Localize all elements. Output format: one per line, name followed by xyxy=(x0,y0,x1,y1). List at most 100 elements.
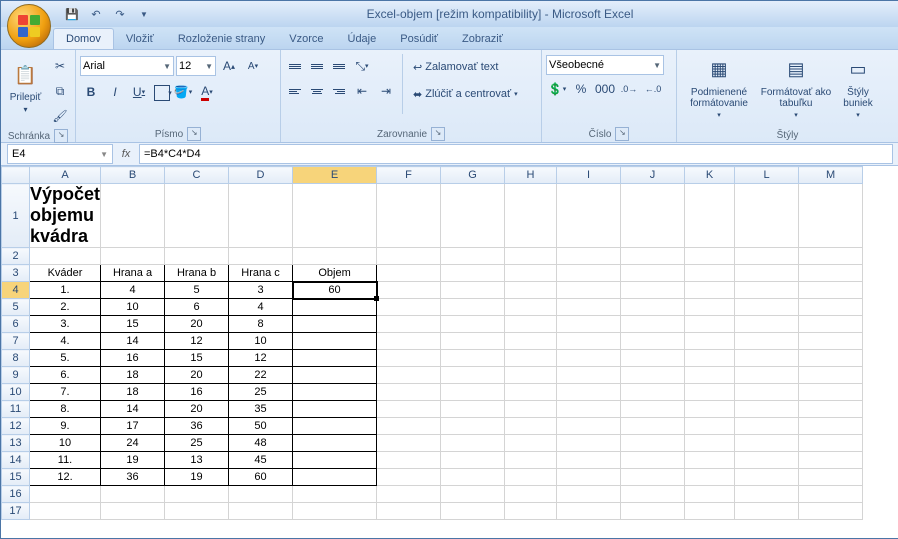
cell-G8[interactable] xyxy=(441,350,505,367)
cell-F10[interactable] xyxy=(377,384,441,401)
cell-C17[interactable] xyxy=(165,503,229,520)
copy-icon[interactable]: ⧉ xyxy=(49,80,71,102)
cell-E17[interactable] xyxy=(293,503,377,520)
cell-B6[interactable]: 15 xyxy=(101,316,165,333)
row-header-6[interactable]: 6 xyxy=(2,316,30,333)
row-header-8[interactable]: 8 xyxy=(2,350,30,367)
cell-L17[interactable] xyxy=(735,503,799,520)
cell-E11[interactable] xyxy=(293,401,377,418)
cell-C16[interactable] xyxy=(165,486,229,503)
cell-K9[interactable] xyxy=(685,367,735,384)
cell-M11[interactable] xyxy=(799,401,863,418)
cell-H16[interactable] xyxy=(505,486,557,503)
cell-A6[interactable]: 3. xyxy=(30,316,101,333)
cell-E5[interactable] xyxy=(293,299,377,316)
col-header-I[interactable]: I xyxy=(557,167,621,184)
cell-G2[interactable] xyxy=(441,248,505,265)
cell-I17[interactable] xyxy=(557,503,621,520)
cell-L13[interactable] xyxy=(735,435,799,452)
cell-A14[interactable]: 11. xyxy=(30,452,101,469)
qat-customize-icon[interactable]: ▼ xyxy=(133,3,155,25)
cell-B5[interactable]: 10 xyxy=(101,299,165,316)
cell-C7[interactable]: 12 xyxy=(165,333,229,350)
col-header-B[interactable]: B xyxy=(101,167,165,184)
cell-K3[interactable] xyxy=(685,265,735,282)
cell-M14[interactable] xyxy=(799,452,863,469)
col-header-L[interactable]: L xyxy=(735,167,799,184)
cell-B3[interactable]: Hrana a xyxy=(101,265,165,282)
cell-G9[interactable] xyxy=(441,367,505,384)
cell-D11[interactable]: 35 xyxy=(229,401,293,418)
cell-A2[interactable] xyxy=(30,248,101,265)
cell-K5[interactable] xyxy=(685,299,735,316)
cell-H11[interactable] xyxy=(505,401,557,418)
cell-L9[interactable] xyxy=(735,367,799,384)
cell-B4[interactable]: 4 xyxy=(101,282,165,299)
cell-A1[interactable]: Výpočet objemu kvádra xyxy=(30,184,101,248)
cell-C4[interactable]: 5 xyxy=(165,282,229,299)
currency-icon[interactable]: 💲▾ xyxy=(546,78,568,100)
cell-M9[interactable] xyxy=(799,367,863,384)
cell-D12[interactable]: 50 xyxy=(229,418,293,435)
cell-L12[interactable] xyxy=(735,418,799,435)
row-header-4[interactable]: 4 xyxy=(2,282,30,299)
col-header-M[interactable]: M xyxy=(799,167,863,184)
row-header-1[interactable]: 1 xyxy=(2,184,30,248)
cell-F5[interactable] xyxy=(377,299,441,316)
cell-C9[interactable]: 20 xyxy=(165,367,229,384)
cell-D17[interactable] xyxy=(229,503,293,520)
cell-L11[interactable] xyxy=(735,401,799,418)
cell-C2[interactable] xyxy=(165,248,229,265)
cell-D10[interactable]: 25 xyxy=(229,384,293,401)
decrease-decimal-icon[interactable]: ←.0 xyxy=(642,78,664,100)
cell-B15[interactable]: 36 xyxy=(101,469,165,486)
cell-H17[interactable] xyxy=(505,503,557,520)
cell-K16[interactable] xyxy=(685,486,735,503)
cell-D8[interactable]: 12 xyxy=(229,350,293,367)
paste-button[interactable]: 📋 Prilepiť ▾ xyxy=(5,52,46,122)
cell-B16[interactable] xyxy=(101,486,165,503)
office-button[interactable] xyxy=(7,4,51,48)
formula-input[interactable]: =B4*C4*D4 xyxy=(139,144,893,164)
cell-I5[interactable] xyxy=(557,299,621,316)
cell-L1[interactable] xyxy=(735,184,799,248)
row-header-3[interactable]: 3 xyxy=(2,265,30,282)
row-header-11[interactable]: 11 xyxy=(2,401,30,418)
cell-C3[interactable]: Hrana b xyxy=(165,265,229,282)
cell-M8[interactable] xyxy=(799,350,863,367)
cell-A4[interactable]: 1. xyxy=(30,282,101,299)
cell-J2[interactable] xyxy=(621,248,685,265)
format-as-table-button[interactable]: ▤ Formátovať ako tabuľku▾ xyxy=(760,52,832,122)
cell-H9[interactable] xyxy=(505,367,557,384)
grow-font-icon[interactable]: A▴ xyxy=(218,55,240,77)
cell-M10[interactable] xyxy=(799,384,863,401)
percent-icon[interactable]: % xyxy=(570,78,592,100)
cell-A11[interactable]: 8. xyxy=(30,401,101,418)
cell-E6[interactable] xyxy=(293,316,377,333)
cell-A5[interactable]: 2. xyxy=(30,299,101,316)
cell-D2[interactable] xyxy=(229,248,293,265)
shrink-font-icon[interactable]: A▾ xyxy=(242,55,264,77)
cell-I12[interactable] xyxy=(557,418,621,435)
align-center-icon[interactable] xyxy=(307,84,327,98)
cell-K6[interactable] xyxy=(685,316,735,333)
cell-L4[interactable] xyxy=(735,282,799,299)
cell-K15[interactable] xyxy=(685,469,735,486)
cell-I13[interactable] xyxy=(557,435,621,452)
increase-decimal-icon[interactable]: .0→ xyxy=(618,78,640,100)
cell-M2[interactable] xyxy=(799,248,863,265)
font-color-button[interactable]: A▾ xyxy=(196,81,218,103)
clipboard-launcher[interactable]: ↘ xyxy=(54,129,68,143)
cell-D16[interactable] xyxy=(229,486,293,503)
save-icon[interactable]: 💾 xyxy=(61,3,83,25)
cell-K17[interactable] xyxy=(685,503,735,520)
cell-I9[interactable] xyxy=(557,367,621,384)
cell-F1[interactable] xyxy=(377,184,441,248)
cell-A12[interactable]: 9. xyxy=(30,418,101,435)
cell-J12[interactable] xyxy=(621,418,685,435)
cell-B17[interactable] xyxy=(101,503,165,520)
fx-icon[interactable]: fx xyxy=(115,148,137,160)
cell-H13[interactable] xyxy=(505,435,557,452)
cell-A15[interactable]: 12. xyxy=(30,469,101,486)
align-middle-icon[interactable] xyxy=(307,59,327,73)
